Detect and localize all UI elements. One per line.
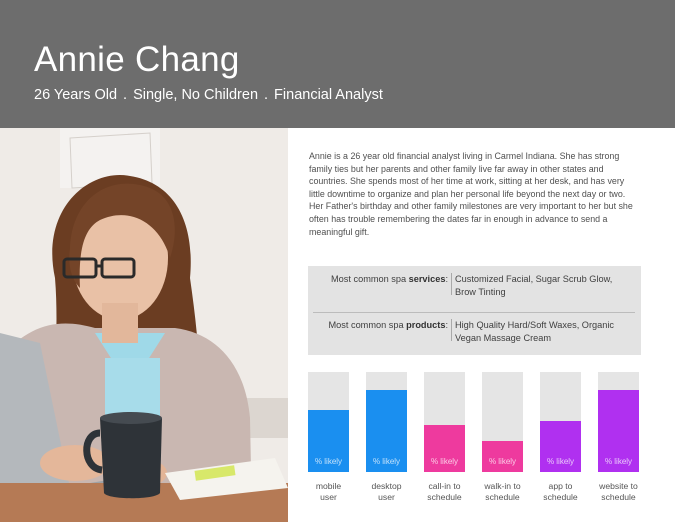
label-colon: : bbox=[445, 274, 448, 284]
bar-track: % likely bbox=[598, 372, 639, 472]
header-banner: Annie Chang 26 Years Old. Single, No Chil… bbox=[0, 0, 675, 128]
spa-products-value: High Quality Hard/Soft Waxes, Organic Ve… bbox=[455, 320, 614, 343]
row-divider bbox=[313, 312, 635, 313]
bar-text: % likely bbox=[604, 457, 633, 466]
bar-category-label-line: schedule bbox=[601, 491, 636, 502]
bar-category-label: walk-in to schedule bbox=[475, 481, 531, 502]
label-prefix: Most common spa bbox=[328, 320, 407, 330]
persona-age: 26 Years Old bbox=[34, 87, 118, 103]
spa-preferences-table: Most common spa services: Customized Fac… bbox=[308, 266, 641, 355]
persona-bio: Annie is a 26 year old financial analyst… bbox=[309, 151, 633, 237]
bar-category-label: website to schedule bbox=[591, 481, 647, 502]
bar-category-label-line: mobile bbox=[315, 481, 342, 491]
separator: . bbox=[264, 87, 269, 103]
spa-services-label: Most common spa services: bbox=[308, 273, 448, 286]
bar-category-label-line: app to bbox=[548, 481, 573, 491]
column-divider bbox=[451, 273, 452, 295]
bar-category-label: mobile user bbox=[301, 481, 357, 502]
bar-text: % likely bbox=[430, 457, 459, 466]
label-bold: products bbox=[406, 320, 446, 330]
label-bold: services bbox=[408, 274, 446, 284]
bar-category-label-line: user bbox=[320, 491, 337, 502]
bar-text: % likely bbox=[546, 457, 575, 466]
bar-category-label-line: walk-in to bbox=[484, 481, 521, 491]
bar-track: % likely bbox=[482, 372, 523, 472]
persona-subtitle: 26 Years Old. Single, No Children. Financi… bbox=[34, 86, 383, 104]
bar-track: % likely bbox=[540, 372, 581, 472]
persona-occupation: Financial Analyst bbox=[274, 87, 383, 103]
label-prefix: Most common spa bbox=[331, 274, 409, 284]
separator: . bbox=[123, 87, 128, 103]
persona-status: Single, No Children bbox=[133, 87, 259, 103]
bar-track: % likely bbox=[308, 372, 349, 472]
label-colon: : bbox=[445, 320, 448, 330]
bar-category-label-line: website to bbox=[599, 481, 638, 491]
photo-illustration bbox=[0, 128, 288, 522]
bar-track: % likely bbox=[366, 372, 407, 472]
bar-category-label: call-in to schedule bbox=[417, 481, 473, 502]
bar-category-label-line: schedule bbox=[427, 491, 462, 502]
column-divider bbox=[451, 319, 452, 341]
person-at-laptop-photo bbox=[0, 128, 288, 522]
spa-products-label: Most common spa products: bbox=[308, 319, 448, 332]
bar-category-label-line: desktop bbox=[371, 481, 402, 491]
bar-track: % likely bbox=[424, 372, 465, 472]
spa-services-value: Customized Facial, Sugar Scrub Glow, Bro… bbox=[455, 274, 613, 297]
bar-category-label-line: call-in to bbox=[428, 481, 461, 491]
bar-category-label: app to schedule bbox=[533, 481, 589, 502]
bar-category-label-line: schedule bbox=[543, 491, 578, 502]
bar-text: % likely bbox=[488, 457, 517, 466]
bar-category-label-line: user bbox=[378, 491, 395, 502]
bar-text: % likely bbox=[314, 457, 343, 466]
bar-category-label: desktop user bbox=[359, 481, 415, 502]
bar-text: % likely bbox=[372, 457, 401, 466]
bar-category-label-line: schedule bbox=[485, 491, 520, 502]
persona-name: Annie Chang bbox=[34, 40, 240, 79]
